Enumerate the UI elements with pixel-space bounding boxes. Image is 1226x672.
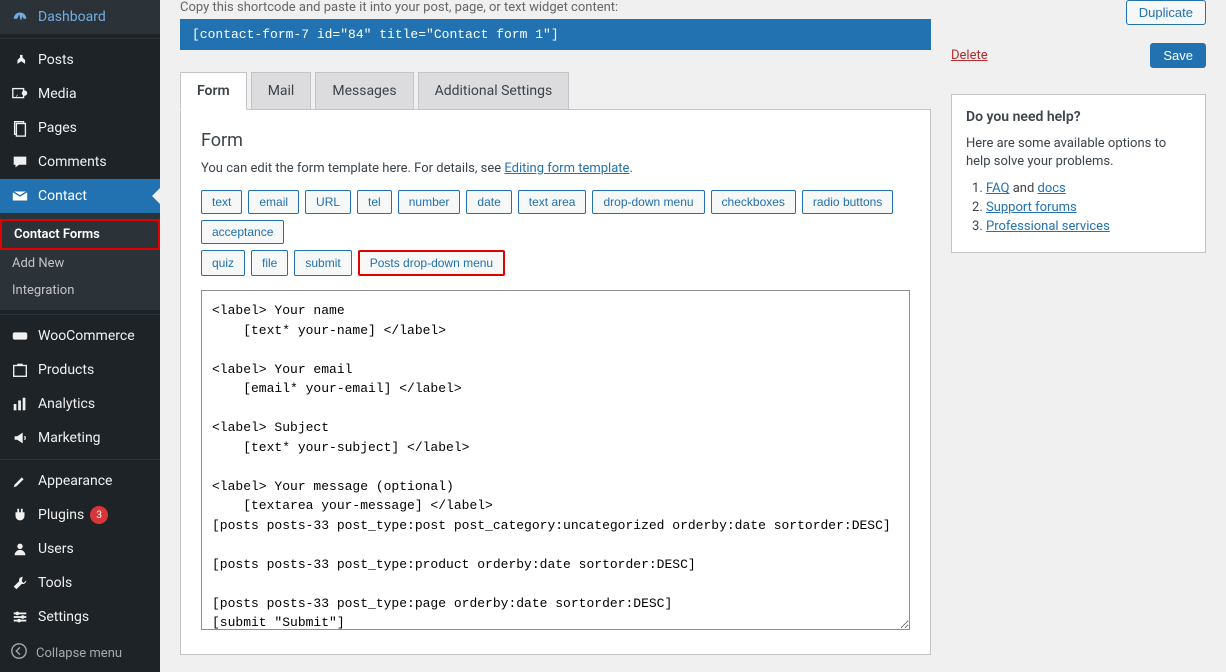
help-link[interactable]: docs	[1038, 181, 1066, 196]
tag-date[interactable]: date	[466, 190, 511, 214]
menu-item-plugins[interactable]: Plugins3	[0, 498, 160, 532]
delete-link[interactable]: Delete	[951, 48, 988, 63]
menu-item-pages[interactable]: Pages	[0, 111, 160, 145]
help-item: FAQ and docs	[986, 181, 1191, 196]
submenu-item-integration[interactable]: Integration	[0, 277, 160, 304]
menu-item-dashboard[interactable]: Dashboard	[0, 0, 160, 34]
users-icon	[10, 540, 30, 558]
analytics-icon	[10, 395, 30, 413]
help-link[interactable]: FAQ	[986, 181, 1009, 196]
help-box: Do you need help? Here are some availabl…	[951, 94, 1206, 253]
menu-item-products[interactable]: Products	[0, 353, 160, 387]
appearance-icon	[10, 472, 30, 490]
tag-tel[interactable]: tel	[357, 190, 392, 214]
tag-posts-drop-down-menu[interactable]: Posts drop-down menu	[358, 250, 505, 276]
tag-quiz[interactable]: quiz	[201, 250, 245, 276]
tools-icon	[10, 574, 30, 592]
plugins-icon	[10, 506, 30, 524]
submenu-item-contact-forms[interactable]: Contact Forms	[0, 219, 160, 250]
editing-template-link[interactable]: Editing form template	[504, 161, 629, 176]
form-panel: Form You can edit the form template here…	[180, 110, 931, 655]
help-link[interactable]: Professional services	[986, 219, 1110, 234]
shortcode-box[interactable]: [contact-form-7 id="84" title="Contact f…	[180, 19, 931, 50]
tab-additional-settings[interactable]: Additional Settings	[418, 72, 570, 109]
menu-item-woocommerce[interactable]: WooCommerce	[0, 319, 160, 353]
main-content: Copy this shortcode and paste it into yo…	[180, 0, 931, 672]
mail-icon	[10, 187, 30, 205]
menu-item-appearance[interactable]: Appearance	[0, 464, 160, 498]
help-item: Support forums	[986, 200, 1191, 215]
menu-item-comments[interactable]: Comments	[0, 145, 160, 179]
duplicate-button[interactable]: Duplicate	[1126, 0, 1206, 25]
help-title: Do you need help?	[966, 109, 1191, 125]
shortcode-hint: Copy this shortcode and paste it into yo…	[180, 0, 931, 15]
menu-item-users[interactable]: Users	[0, 532, 160, 566]
plugin-count-badge: 3	[90, 506, 108, 524]
tag-email[interactable]: email	[248, 190, 299, 214]
marketing-icon	[10, 429, 30, 447]
menu-item-media[interactable]: Media	[0, 77, 160, 111]
menu-item-contact[interactable]: Contact	[0, 179, 160, 213]
comments-icon	[10, 153, 30, 171]
menu-item-tools[interactable]: Tools	[0, 566, 160, 600]
tab-form[interactable]: Form	[180, 72, 247, 110]
menu-item-settings[interactable]: Settings	[0, 600, 160, 634]
dashboard-icon	[10, 8, 30, 26]
tabs: FormMailMessagesAdditional Settings	[180, 72, 931, 110]
tag-text-area[interactable]: text area	[518, 190, 587, 214]
help-link[interactable]: Support forums	[986, 200, 1077, 215]
tag-submit[interactable]: submit	[294, 250, 351, 276]
tag-text[interactable]: text	[201, 190, 242, 214]
panel-heading: Form	[201, 130, 910, 151]
tag-number[interactable]: number	[398, 190, 461, 214]
help-desc: Here are some available options to help …	[966, 135, 1191, 171]
panel-description: You can edit the form template here. For…	[201, 161, 910, 176]
tag-checkboxes[interactable]: checkboxes	[711, 190, 796, 214]
menu-item-posts[interactable]: Posts	[0, 43, 160, 77]
tag-file[interactable]: file	[251, 250, 288, 276]
pages-icon	[10, 119, 30, 137]
menu-item-analytics[interactable]: Analytics	[0, 387, 160, 421]
collapse-menu[interactable]: Collapse menu	[0, 634, 160, 672]
tag-drop-down-menu[interactable]: drop-down menu	[592, 190, 704, 214]
tab-messages[interactable]: Messages	[315, 72, 413, 109]
settings-icon	[10, 608, 30, 626]
woo-icon	[10, 327, 30, 345]
help-item: Professional services	[986, 219, 1191, 234]
tag-radio-buttons[interactable]: radio buttons	[802, 190, 893, 214]
sidebar-right: Duplicate Delete Save Do you need help? …	[951, 0, 1206, 672]
tag-acceptance[interactable]: acceptance	[201, 220, 284, 244]
menu-item-marketing[interactable]: Marketing	[0, 421, 160, 455]
admin-sidebar: Dashboard PostsMediaPagesCommentsContact C…	[0, 0, 160, 672]
tab-mail[interactable]: Mail	[251, 72, 312, 109]
collapse-icon	[10, 642, 30, 664]
media-icon	[10, 85, 30, 103]
form-template-textarea[interactable]	[201, 290, 910, 630]
tag-buttons: textemailURLtelnumberdate text areadrop-d…	[201, 190, 910, 276]
submenu-item-add-new[interactable]: Add New	[0, 250, 160, 277]
products-icon	[10, 361, 30, 379]
tag-url[interactable]: URL	[305, 190, 351, 214]
save-button[interactable]: Save	[1150, 43, 1206, 68]
pin-icon	[10, 51, 30, 69]
